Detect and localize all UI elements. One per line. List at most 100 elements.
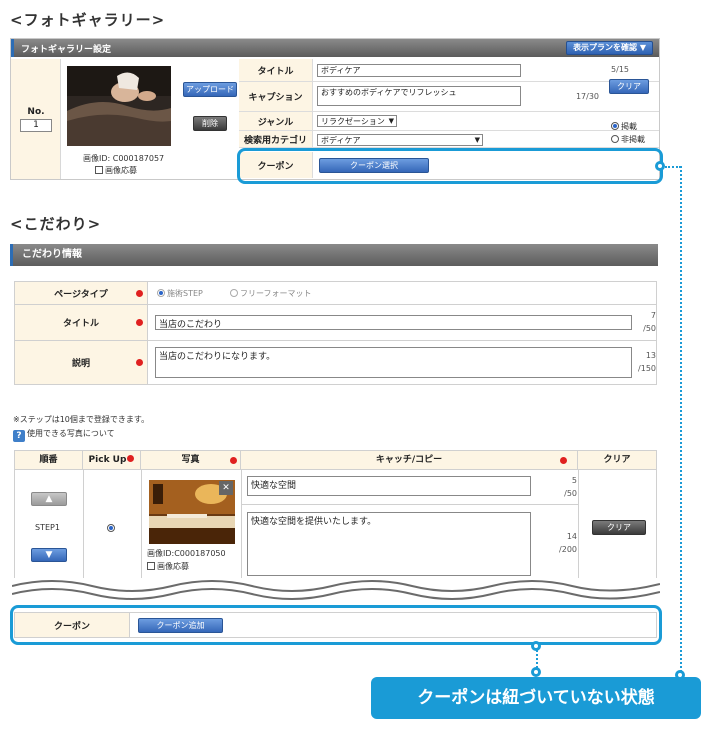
gallery-coupon-highlight bbox=[237, 148, 663, 184]
column-clear: クリア bbox=[603, 455, 631, 465]
gallery-panel-title: フォトギャラリー設定 bbox=[21, 44, 112, 55]
step-limit-note: ※ステップは10個まで登録できます。 bbox=[13, 415, 150, 424]
kodawari-description-count: 13 /150 bbox=[632, 349, 656, 375]
title-char-max: /50 bbox=[643, 324, 656, 333]
radio-icon bbox=[230, 289, 238, 297]
photo-help-text: 使用できる写真について bbox=[27, 429, 115, 438]
desc-char-max: /150 bbox=[638, 364, 656, 373]
column-photo: 写真 bbox=[141, 451, 241, 469]
radio-selected-icon bbox=[107, 524, 115, 532]
help-icon: ? bbox=[13, 430, 25, 442]
move-up-button[interactable]: ▲ bbox=[31, 492, 67, 506]
step-photo: ✕ bbox=[149, 480, 235, 544]
pagetype-free-label: フリーフォーマット bbox=[240, 289, 312, 298]
close-icon[interactable]: ✕ bbox=[219, 481, 233, 495]
required-icon bbox=[560, 457, 567, 464]
steps-table-header: 順番 Pick Up 写真 キャッチ/コピー クリア bbox=[14, 450, 657, 470]
gallery-caption-row: キャプション おすすめのボディケアでリフレッシュ 17/30 bbox=[239, 82, 659, 112]
required-icon bbox=[136, 359, 143, 366]
checkbox-icon bbox=[147, 562, 155, 570]
column-pickup: Pick Up bbox=[83, 451, 141, 469]
step-photo-id: 画像ID:C000187050 bbox=[147, 549, 226, 558]
catch-input[interactable]: 快適な空間 bbox=[247, 476, 531, 496]
publish-radio[interactable]: 掲載 bbox=[611, 121, 637, 132]
gallery-section-heading: <フォトギャラリー> bbox=[10, 11, 166, 29]
required-icon bbox=[136, 319, 143, 326]
gallery-photo bbox=[67, 66, 171, 146]
arrow-down-icon: ▼ bbox=[45, 550, 53, 560]
copy-char-max: /200 bbox=[559, 545, 577, 554]
genre-select[interactable]: リラクゼーション ▼ bbox=[317, 115, 397, 127]
unpublish-radio[interactable]: 非掲載 bbox=[611, 134, 645, 145]
caption-input[interactable]: おすすめのボディケアでリフレッシュ bbox=[317, 86, 521, 106]
number-input[interactable]: 1 bbox=[20, 119, 52, 132]
kodawari-description-label: 説明 bbox=[15, 341, 148, 384]
pagetype-option-free[interactable]: フリーフォーマット bbox=[230, 288, 312, 299]
gallery-category-row: 検索用カテゴリ ボディケア ▼ bbox=[239, 131, 659, 148]
step-apply-checkbox[interactable]: 画像応募 bbox=[147, 561, 189, 572]
gallery-number-cell: No. 1 bbox=[11, 59, 61, 179]
copy-count: 14 /200 bbox=[551, 530, 577, 556]
publish-label: 掲載 bbox=[621, 122, 637, 131]
title-count: 5/15 bbox=[611, 65, 629, 74]
column-divider bbox=[241, 470, 242, 585]
genre-label: ジャンル bbox=[239, 112, 313, 130]
required-icon bbox=[127, 455, 135, 462]
gallery-connector-dot bbox=[655, 161, 665, 171]
delete-button[interactable]: 削除 bbox=[193, 116, 227, 131]
genre-select-value: リラクゼーション bbox=[321, 117, 385, 126]
pagetype-option-step[interactable]: 施術STEP bbox=[157, 288, 203, 299]
caption-count: 17/30 bbox=[575, 92, 599, 101]
step-label: STEP1 bbox=[35, 523, 60, 532]
gallery-genre-row: ジャンル リラクゼーション ▼ bbox=[239, 112, 659, 131]
photo-help-link[interactable]: ? 使用できる写真について bbox=[13, 428, 115, 442]
column-divider bbox=[141, 470, 142, 585]
gallery-image-id: 画像ID: C000187057 bbox=[83, 154, 165, 163]
catch-char-max: /50 bbox=[564, 489, 577, 498]
unpublish-label: 非掲載 bbox=[621, 135, 645, 144]
column-order: 順番 bbox=[15, 451, 83, 469]
kodawari-title-input[interactable]: 当店のこだわり bbox=[155, 315, 632, 330]
copy-char-count: 14 bbox=[566, 532, 577, 541]
radio-selected-icon bbox=[611, 122, 619, 130]
title-char-count: 7 bbox=[650, 311, 656, 320]
pagetype-row: ページタイプ 施術STEP フリーフォーマット bbox=[14, 281, 657, 305]
kodawari-title-row: タイトル 当店のこだわり 7 /50 bbox=[14, 305, 657, 341]
gallery-clear-button[interactable]: クリア bbox=[609, 79, 649, 94]
gallery-apply-label: 画像応募 bbox=[105, 166, 137, 175]
category-select[interactable]: ボディケア ▼ bbox=[317, 134, 483, 146]
number-label: No. bbox=[27, 107, 45, 117]
category-label: 検索用カテゴリ bbox=[239, 131, 313, 147]
callout-connector-dot bbox=[531, 667, 541, 677]
kodawari-coupon-highlight bbox=[10, 605, 662, 645]
copy-input[interactable]: 快適な空間を提供いたします。 bbox=[247, 512, 531, 576]
title-label: タイトル bbox=[239, 59, 313, 81]
category-select-value: ボディケア bbox=[321, 136, 361, 145]
step-clear-button[interactable]: クリア bbox=[592, 520, 646, 535]
wave-break bbox=[12, 578, 660, 600]
pickup-radio[interactable] bbox=[107, 523, 117, 534]
kodawari-connector-dot bbox=[531, 641, 541, 651]
chevron-down-icon: ▼ bbox=[474, 136, 480, 144]
gallery-panel-header: フォトギャラリー設定 表示プランを確認 ▼ bbox=[11, 39, 659, 57]
column-divider bbox=[83, 470, 84, 585]
kodawari-panel-header: こだわり情報 bbox=[10, 244, 658, 266]
connector-line bbox=[680, 166, 682, 672]
move-down-button[interactable]: ▼ bbox=[31, 548, 67, 562]
required-icon bbox=[230, 457, 237, 464]
arrow-up-icon: ▲ bbox=[45, 494, 53, 504]
kodawari-description-input[interactable]: 当店のこだわりになります。 bbox=[155, 347, 632, 378]
caption-label: キャプション bbox=[239, 82, 313, 111]
radio-icon bbox=[611, 135, 619, 143]
plan-check-button[interactable]: 表示プランを確認 ▼ bbox=[566, 41, 653, 55]
checkbox-icon bbox=[95, 166, 103, 174]
kodawari-title-label: タイトル bbox=[15, 305, 148, 340]
kodawari-section-heading: <こだわり> bbox=[10, 215, 102, 233]
pickup-heading: Pick Up bbox=[88, 455, 127, 465]
upload-button[interactable]: アップロード bbox=[183, 82, 237, 97]
gallery-apply-checkbox[interactable]: 画像応募 bbox=[95, 165, 137, 176]
desc-char-count: 13 bbox=[645, 351, 656, 360]
column-catch-copy: キャッチ/コピー bbox=[241, 451, 578, 469]
title-input[interactable]: ボディケア bbox=[317, 64, 521, 77]
kodawari-description-row: 説明 当店のこだわりになります。 13 /150 bbox=[14, 341, 657, 385]
